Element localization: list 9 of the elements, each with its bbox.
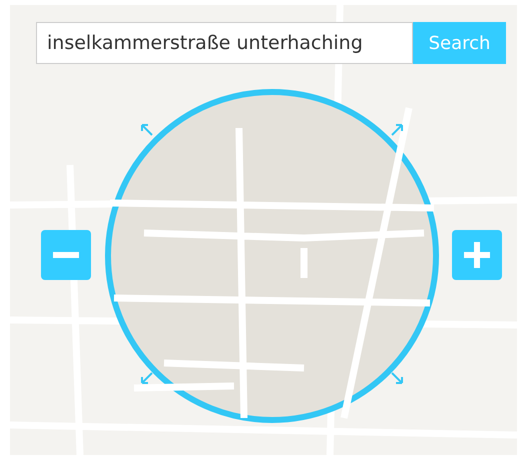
- search-field[interactable]: inselkammerstraße unterhaching: [36, 22, 413, 64]
- resize-arrow-icon[interactable]: [390, 371, 404, 385]
- plus-icon: [464, 242, 490, 268]
- resize-arrow-icon[interactable]: [390, 123, 404, 137]
- minus-icon: [53, 252, 79, 258]
- zoom-out-button[interactable]: [41, 230, 91, 280]
- resize-arrow-icon[interactable]: [140, 123, 154, 137]
- resize-arrow-icon[interactable]: [140, 371, 154, 385]
- zoom-in-button[interactable]: [452, 230, 502, 280]
